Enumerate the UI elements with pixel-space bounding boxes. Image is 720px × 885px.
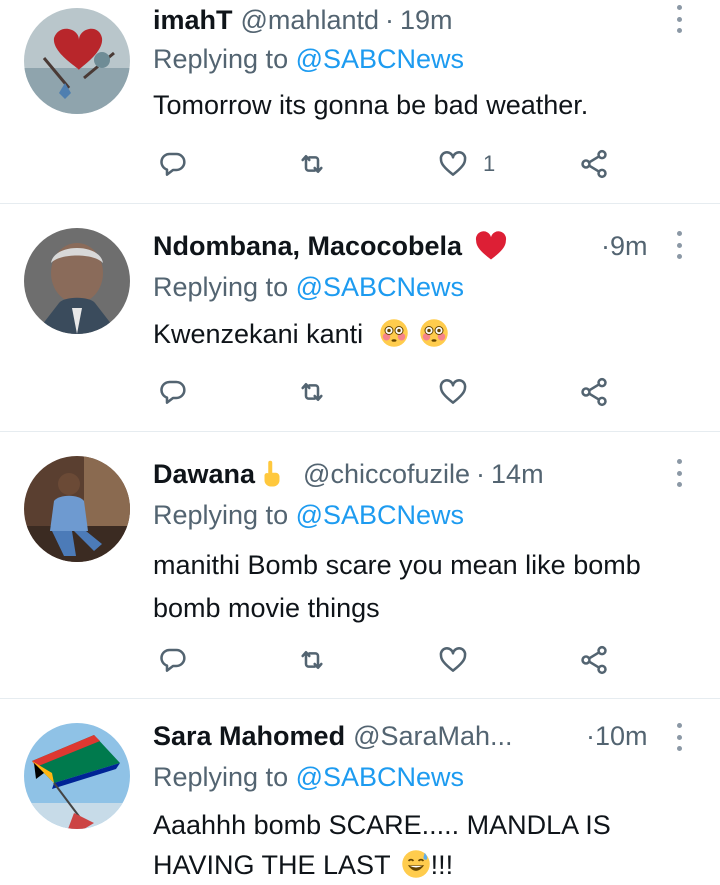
- reply-icon: [160, 380, 186, 404]
- display-name[interactable]: imahT: [153, 5, 233, 36]
- reply-button[interactable]: [157, 642, 189, 678]
- replying-to-line: Replying to @SABCNews: [153, 272, 464, 303]
- tweet-actions: [153, 374, 623, 410]
- timestamp[interactable]: 9m: [610, 231, 648, 262]
- reply-icon: [160, 648, 186, 672]
- tweet-text-line: Aaahhh bomb SCARE..... MANDLA IS: [153, 810, 611, 840]
- like-icon: [439, 647, 467, 672]
- more-options-icon[interactable]: [674, 459, 684, 487]
- tweet-item[interactable]: Sara Mahomed @SaraMah... · 10m Replying …: [0, 699, 720, 884]
- avatar[interactable]: [24, 228, 130, 334]
- sweat-smile-face-icon: [401, 849, 431, 879]
- retweet-button[interactable]: [296, 146, 328, 182]
- share-button[interactable]: [578, 374, 610, 410]
- tweet-text: Kwenzekani kanti: [153, 315, 449, 353]
- replying-to-label: Replying to: [153, 44, 289, 74]
- tweet-text: manithi Bomb scare you mean like bomb bo…: [153, 544, 641, 630]
- mention-link[interactable]: @SABCNews: [296, 762, 464, 792]
- share-icon: [581, 645, 607, 675]
- replying-to-line: Replying to @SABCNews: [153, 762, 464, 793]
- avatar-image: [24, 723, 130, 829]
- tweet-item[interactable]: Dawana @chiccofuzile · 14m Replying to @…: [0, 432, 720, 699]
- tweet-actions: [153, 642, 623, 678]
- tweet-actions: 1: [153, 146, 623, 182]
- red-heart-icon: [474, 229, 508, 263]
- retweet-icon: [301, 154, 323, 174]
- flushed-face-icon: [379, 318, 409, 348]
- reply-button[interactable]: [157, 146, 189, 182]
- like-icon: [439, 379, 467, 404]
- more-options-icon[interactable]: [674, 231, 684, 259]
- timestamp[interactable]: 14m: [491, 459, 544, 490]
- timestamp[interactable]: 19m: [400, 5, 453, 36]
- replying-to-label: Replying to: [153, 762, 289, 792]
- retweet-button[interactable]: [296, 642, 328, 678]
- like-button[interactable]: 1: [437, 146, 495, 182]
- separator-dot: ·: [385, 4, 394, 35]
- share-icon: [581, 149, 607, 179]
- separator-dot: ·: [476, 458, 486, 489]
- display-name[interactable]: Sara Mahomed: [153, 721, 345, 752]
- avatar[interactable]: [24, 456, 130, 562]
- display-name[interactable]: Ndombana, Macocobela: [153, 231, 462, 262]
- reply-button[interactable]: [157, 374, 189, 410]
- replying-to-line: Replying to @SABCNews: [153, 44, 464, 75]
- avatar[interactable]: [24, 723, 130, 829]
- mention-link[interactable]: @SABCNews: [296, 500, 464, 530]
- avatar-image: [24, 228, 130, 334]
- share-icon: [581, 377, 607, 407]
- avatar-image: [24, 456, 130, 562]
- avatar-image: [24, 8, 130, 114]
- replying-to-label: Replying to: [153, 272, 289, 302]
- separator-dot: ·: [601, 230, 610, 261]
- reply-icon: [160, 152, 186, 176]
- user-handle[interactable]: @SaraMah...: [353, 721, 512, 752]
- tweet-text-end: !!!: [430, 850, 454, 880]
- tweet-text-line: Tomorrow its gonna be bad weather.: [153, 90, 589, 120]
- tweet-text-line: Kwenzekani kanti: [153, 319, 364, 349]
- user-handle[interactable]: @mahlantd: [241, 5, 379, 36]
- tweet-text: Aaahhh bomb SCARE..... MANDLA IS HAVING …: [153, 805, 611, 885]
- replying-to-label: Replying to: [153, 500, 289, 530]
- more-options-icon[interactable]: [674, 723, 684, 751]
- mention-link[interactable]: @SABCNews: [296, 272, 464, 302]
- timestamp[interactable]: 10m: [595, 721, 648, 752]
- tweet-text-line: manithi Bomb scare you mean like bomb: [153, 550, 641, 580]
- retweet-button[interactable]: [296, 374, 328, 410]
- retweet-icon: [301, 383, 323, 401]
- avatar[interactable]: [24, 8, 130, 114]
- user-handle[interactable]: @chiccofuzile: [303, 459, 470, 490]
- tweet-item[interactable]: imahT @mahlantd · 19m Replying to @SABCN…: [0, 0, 720, 204]
- share-button[interactable]: [578, 642, 610, 678]
- like-button[interactable]: [437, 374, 469, 410]
- separator-dot: ·: [586, 720, 595, 751]
- pointing-up-hand-icon: [257, 459, 287, 489]
- tweet-text-line: bomb movie things: [153, 593, 380, 623]
- share-button[interactable]: [578, 146, 610, 182]
- like-count: 1: [483, 151, 496, 176]
- retweet-icon: [301, 651, 323, 669]
- tweet-text-line: HAVING THE LAST: [153, 850, 391, 880]
- mention-link[interactable]: @SABCNews: [296, 44, 464, 74]
- like-button[interactable]: [437, 642, 469, 678]
- more-options-icon[interactable]: [674, 5, 684, 33]
- flushed-face-icon: [419, 318, 449, 348]
- like-icon: [439, 151, 467, 176]
- display-name[interactable]: Dawana: [153, 459, 255, 490]
- tweet-item[interactable]: Ndombana, Macocobela · 9m Replying to @S…: [0, 204, 720, 432]
- replying-to-line: Replying to @SABCNews: [153, 500, 464, 531]
- tweet-text: Tomorrow its gonna be bad weather.: [153, 86, 588, 124]
